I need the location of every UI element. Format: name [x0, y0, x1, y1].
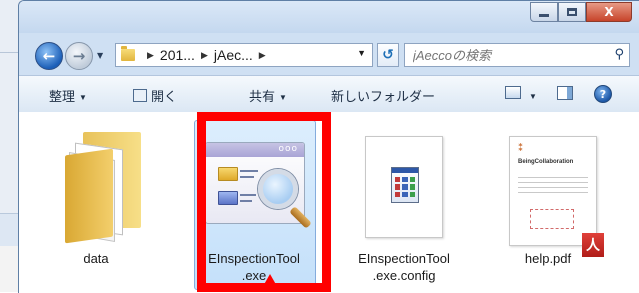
grid-cell: [409, 177, 415, 183]
grid-cell: [402, 177, 408, 183]
breadcrumb-item[interactable]: 201...: [160, 47, 195, 63]
maximize-icon: [567, 8, 577, 16]
mouse-pointer-icon: [262, 274, 278, 288]
chevron-down-icon: ▼: [79, 93, 87, 103]
chevron-down-icon: ▼: [279, 93, 287, 103]
grid-cell: [395, 191, 401, 197]
new-folder-button[interactable]: 新しいフォルダー: [331, 86, 435, 105]
change-view-button[interactable]: [505, 86, 521, 99]
pdf-text-line: [518, 177, 588, 178]
pdf-text-line: [518, 182, 588, 183]
help-icon: ?: [594, 85, 612, 103]
grid-cell: [402, 184, 408, 190]
back-button[interactable]: ←: [35, 42, 63, 70]
config-file-icon: [365, 136, 443, 238]
view-dropdown[interactable]: ▼: [525, 88, 537, 103]
grid-cell: [402, 191, 408, 197]
back-arrow-icon: ←: [42, 47, 56, 65]
highlight-annotation: [197, 112, 331, 292]
close-label: X: [604, 5, 614, 19]
help-button[interactable]: ?: [594, 85, 612, 103]
search-icon[interactable]: ⚲: [614, 47, 624, 62]
breadcrumb-separator-icon: ▶: [258, 49, 266, 60]
breadcrumb-separator-icon: ▶: [147, 49, 154, 60]
file-name: help.pdf: [524, 251, 572, 266]
command-bar: 整理 ▼ 開く 共有 ▼ 新しいフォルダー ▼ ?: [19, 75, 639, 113]
grid-cell: [395, 184, 401, 190]
folder-icon: [65, 132, 141, 244]
refresh-button[interactable]: ↺: [377, 43, 399, 67]
breadcrumb-separator-icon: ▶: [200, 49, 208, 60]
address-bar[interactable]: ▶ 201... ▶ jAec... ▶ ▼: [115, 43, 373, 67]
maximize-button[interactable]: [558, 2, 586, 22]
file-name: EInspectionTool .exe.config: [341, 250, 467, 284]
minimize-icon: [539, 13, 549, 17]
app-window-grid: [395, 177, 415, 197]
close-button[interactable]: X: [586, 2, 632, 22]
folder-icon: [121, 46, 135, 61]
file-item-data[interactable]: data: [33, 120, 159, 290]
forward-button[interactable]: →: [65, 42, 93, 70]
file-item-help-pdf[interactable]: ⁑ BeingCollaboration 人 help.pdf: [485, 120, 611, 290]
new-folder-label: 新しいフォルダー: [331, 89, 436, 104]
breadcrumb-item[interactable]: jAec...: [214, 47, 253, 63]
pdf-text-line: [518, 192, 588, 193]
app-window-icon: [391, 167, 419, 203]
address-dropdown-icon[interactable]: ▼: [357, 48, 366, 58]
open-app-icon: [133, 89, 147, 102]
search-box[interactable]: ⚲: [404, 43, 630, 67]
recent-pages-dropdown[interactable]: ▼: [97, 51, 103, 60]
navigation-row: ← → ▼ ▶ 201... ▶ jAec... ▶ ▼ ↺ ⚲: [19, 37, 639, 73]
share-label: 共有: [249, 89, 276, 104]
pdf-text-lines: [518, 177, 588, 197]
open-label: 開く: [151, 89, 178, 104]
pdf-title: BeingCollaboration: [518, 159, 574, 165]
organize-label: 整理: [49, 89, 76, 104]
preview-pane-button[interactable]: [557, 86, 573, 100]
search-input[interactable]: [411, 46, 595, 64]
refresh-icon: ↺: [382, 47, 394, 63]
organize-button[interactable]: 整理 ▼: [49, 86, 87, 105]
file-name-line: EInspectionTool: [358, 251, 450, 266]
minimize-button[interactable]: [530, 2, 558, 22]
chevron-down-icon: ▼: [97, 51, 104, 60]
grid-cell: [409, 191, 415, 197]
chevron-down-icon: ▼: [529, 92, 537, 102]
grid-cell: [395, 177, 401, 183]
forward-arrow-icon: →: [72, 47, 86, 65]
pdf-thumbnail: ⁑ BeingCollaboration 人: [509, 136, 604, 257]
view-icon: [505, 86, 521, 99]
share-button[interactable]: 共有 ▼: [249, 86, 287, 105]
file-name-line: .exe.config: [372, 268, 436, 283]
pdf-logo-icon: ⁑: [518, 143, 524, 154]
open-button[interactable]: 開く: [133, 86, 177, 105]
pdf-stamp-box: [530, 209, 574, 229]
pdf-text-line: [518, 187, 588, 188]
app-window-titlebar: [392, 168, 418, 173]
file-item-einspectiontool-config[interactable]: EInspectionTool .exe.config: [341, 120, 467, 290]
file-name: data: [83, 251, 109, 266]
window-controls: X: [530, 2, 632, 22]
preview-pane-icon: [557, 86, 573, 100]
grid-cell: [409, 184, 415, 190]
folder-front: [65, 148, 113, 244]
title-bar: X: [19, 1, 639, 33]
